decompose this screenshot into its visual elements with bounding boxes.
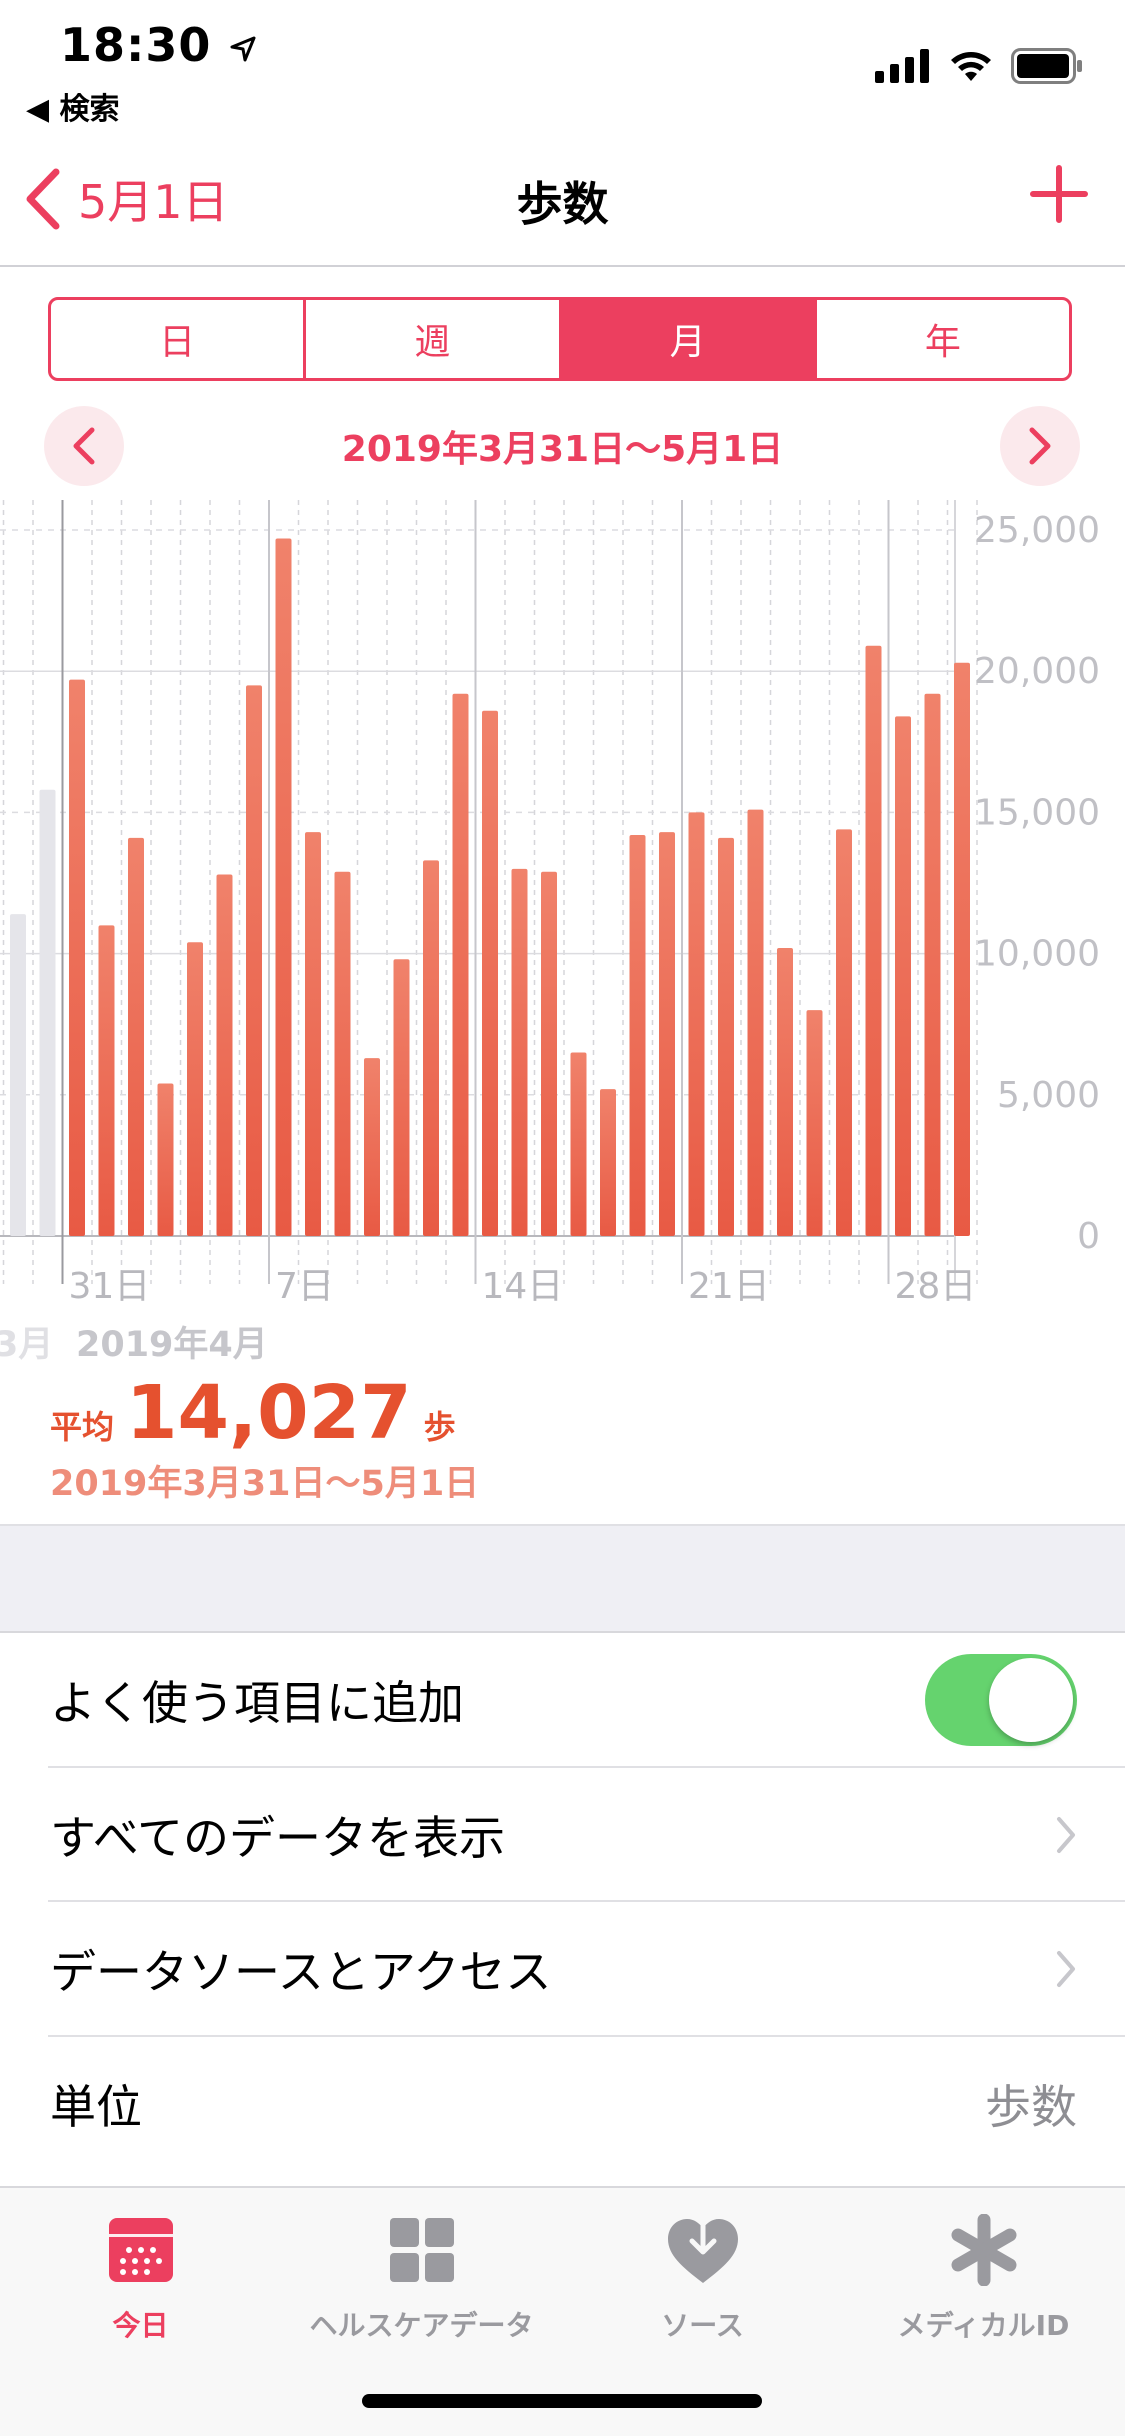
y-tick-label: 20,000 bbox=[974, 651, 1100, 692]
favorite-toggle[interactable] bbox=[925, 1654, 1077, 1746]
page-title: 歩数 bbox=[516, 177, 609, 231]
chevron-right-icon bbox=[1029, 427, 1051, 465]
home-indicator bbox=[362, 2394, 762, 2408]
steps-bar-chart[interactable]: 0 5,000 10,000 15,000 20,000 25,000 31日 7日 14日 21… bbox=[0, 500, 1125, 1370]
x-tick-label: 7日 bbox=[275, 1266, 334, 1307]
y-tick-label: 0 bbox=[1077, 1216, 1100, 1257]
segment-week[interactable]: 週 bbox=[306, 300, 562, 378]
bar bbox=[393, 959, 410, 1236]
x-tick-label: 31日 bbox=[69, 1266, 151, 1307]
bar bbox=[806, 1010, 823, 1236]
segment-year[interactable]: 年 bbox=[817, 300, 1069, 378]
tab-health-data-label: ヘルスケアデータ bbox=[309, 2309, 534, 2342]
tab-medical-id[interactable]: メディカルID bbox=[843, 2210, 1124, 2344]
bar bbox=[895, 716, 911, 1236]
bar bbox=[39, 789, 56, 1236]
add-data-button[interactable] bbox=[1027, 162, 1091, 226]
bar bbox=[777, 947, 793, 1236]
month-label-prev: 3月 bbox=[0, 1325, 53, 1365]
cellular-signal-icon bbox=[875, 49, 929, 83]
show-all-data-label: すべてのデータを表示 bbox=[50, 1811, 505, 1865]
x-tick-label: 14日 bbox=[482, 1266, 564, 1307]
period-segmented-control: 日 週 月 年 bbox=[48, 297, 1072, 381]
bar bbox=[836, 829, 852, 1236]
location-arrow-icon bbox=[230, 36, 256, 61]
plus-icon bbox=[1030, 165, 1088, 223]
y-tick-label: 10,000 bbox=[974, 934, 1100, 975]
calendar-icon bbox=[108, 2218, 173, 2282]
bar bbox=[305, 832, 321, 1236]
y-tick-label: 25,000 bbox=[974, 510, 1100, 551]
average-summary: 平均 14,027 歩 bbox=[50, 1370, 456, 1456]
battery-icon bbox=[1011, 48, 1082, 84]
bar bbox=[364, 1058, 380, 1236]
average-unit: 歩 bbox=[423, 1408, 456, 1446]
bar bbox=[865, 645, 882, 1236]
bar bbox=[275, 538, 292, 1236]
bar bbox=[629, 834, 646, 1236]
heart-download-icon bbox=[667, 2211, 738, 2283]
bar bbox=[334, 871, 351, 1236]
status-icons bbox=[875, 44, 1083, 88]
status-time: 18:30 bbox=[60, 18, 258, 72]
tab-health-data[interactable]: ヘルスケアデータ bbox=[281, 2210, 562, 2344]
chevron-right-icon bbox=[1057, 1951, 1075, 1987]
favorite-label: よく使う項目に追加 bbox=[50, 1676, 464, 1730]
bar bbox=[187, 942, 203, 1236]
unit-label: 単位 bbox=[50, 2080, 142, 2134]
show-all-data-row[interactable]: すべてのデータを表示 bbox=[0, 1768, 1125, 1902]
bar bbox=[718, 837, 734, 1236]
grid-icon bbox=[389, 2218, 454, 2282]
asterisk-icon bbox=[951, 2214, 1016, 2286]
chevron-right-icon bbox=[1057, 1817, 1075, 1853]
y-tick-label: 15,000 bbox=[974, 792, 1100, 833]
bar bbox=[570, 1052, 587, 1236]
bar bbox=[688, 812, 705, 1236]
unit-value: 歩数 bbox=[985, 2080, 1077, 2134]
bar bbox=[747, 809, 764, 1236]
average-value: 14,027 bbox=[126, 1370, 412, 1456]
bar bbox=[452, 693, 469, 1236]
tab-sources-label: ソース bbox=[661, 2309, 744, 2342]
tab-today-label: 今日 bbox=[112, 2309, 169, 2342]
bar bbox=[482, 710, 498, 1236]
segment-month[interactable]: 月 bbox=[561, 300, 817, 378]
date-range-label: 2019年3月31日〜5月1日 bbox=[341, 429, 784, 470]
status-back-link[interactable]: ◀ 検索 bbox=[26, 84, 120, 128]
section-gap bbox=[0, 1526, 1125, 1631]
month-label-current: 2019年4月 bbox=[76, 1325, 268, 1365]
favorite-toggle-row: よく使う項目に追加 bbox=[0, 1633, 1125, 1767]
wifi-icon bbox=[951, 52, 991, 81]
x-tick-label: 28日 bbox=[895, 1266, 977, 1307]
bar bbox=[128, 837, 144, 1236]
bar bbox=[600, 1089, 616, 1236]
nav-divider bbox=[0, 265, 1125, 267]
x-tick-label: 21日 bbox=[688, 1266, 770, 1307]
tab-medical-id-label: メディカルID bbox=[897, 2309, 1070, 2342]
data-sources-label: データソースとアクセス bbox=[50, 1945, 552, 1999]
segment-day[interactable]: 日 bbox=[51, 300, 307, 378]
bar bbox=[216, 874, 233, 1236]
bar bbox=[10, 914, 26, 1236]
average-label: 平均 bbox=[50, 1408, 115, 1446]
bar bbox=[157, 1083, 174, 1236]
toggle-knob bbox=[989, 1658, 1073, 1742]
y-tick-label: 5,000 bbox=[997, 1075, 1100, 1116]
bar bbox=[659, 832, 675, 1236]
tab-today[interactable]: 今日 bbox=[0, 2210, 281, 2344]
bar bbox=[924, 693, 941, 1236]
bar bbox=[511, 868, 528, 1236]
unit-row[interactable]: 単位 歩数 bbox=[0, 2037, 1125, 2171]
bar bbox=[246, 685, 262, 1236]
next-range-button[interactable] bbox=[1000, 406, 1080, 486]
bar bbox=[423, 860, 439, 1236]
bar bbox=[954, 662, 970, 1236]
bar bbox=[541, 871, 557, 1236]
bar bbox=[98, 925, 115, 1236]
average-date-range: 2019年3月31日〜5月1日 bbox=[50, 1464, 480, 1504]
tab-sources[interactable]: ソース bbox=[562, 2210, 843, 2344]
bar bbox=[69, 679, 85, 1236]
data-sources-row[interactable]: データソースとアクセス bbox=[0, 1902, 1125, 2036]
